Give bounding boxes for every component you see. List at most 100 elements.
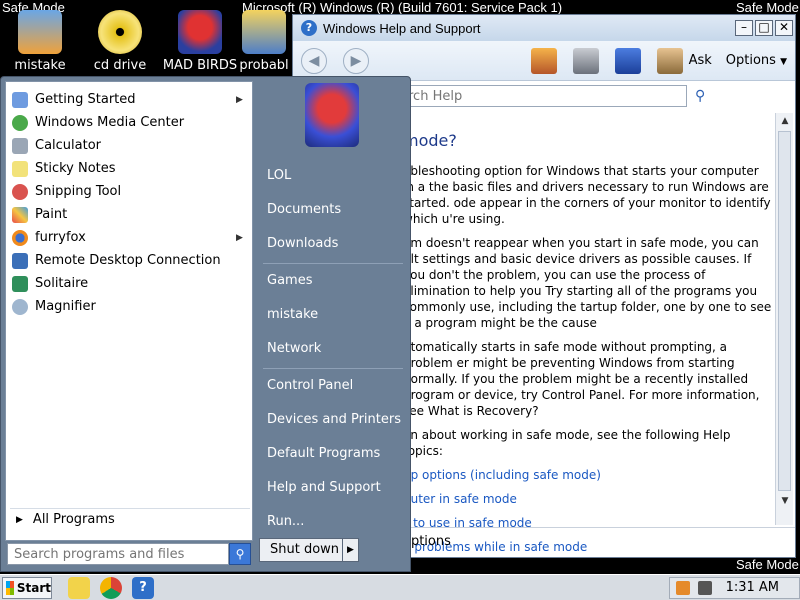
windows-logo-icon — [6, 580, 14, 595]
magnifier-icon — [12, 298, 28, 315]
ask-label[interactable]: Ask — [689, 53, 712, 68]
separator — [263, 263, 403, 264]
options-menu[interactable]: Options ▼ — [726, 53, 787, 68]
game-icon — [178, 10, 222, 54]
places-item[interactable]: Default Programs — [255, 439, 407, 469]
computer-icon — [18, 10, 62, 54]
start-item-label: furryfox — [35, 230, 86, 245]
maximize-button[interactable]: □ — [755, 20, 773, 36]
help-toolbar: ◀ ▶ Ask Options ▼ — [293, 41, 795, 81]
start-item-label: Solitaire — [35, 276, 89, 291]
places-item[interactable]: Documents — [255, 195, 407, 225]
calculator-icon — [12, 137, 28, 154]
help-taskbar-icon[interactable]: ? — [132, 576, 154, 599]
flag-tray-icon[interactable] — [675, 580, 690, 595]
print-icon[interactable] — [572, 47, 599, 74]
article-heading: mode? — [403, 131, 457, 150]
shutdown-button[interactable]: Shut down — [259, 538, 343, 562]
options-label: Options — [725, 53, 776, 68]
start-search: ⚲ — [7, 543, 251, 567]
submenu-arrow-icon: ▶ — [236, 232, 243, 243]
shutdown-group: Shut down ▶ — [259, 538, 359, 562]
help-topic-link[interactable]: up options (including safe mode) — [403, 467, 773, 483]
browse-help-icon[interactable] — [614, 47, 641, 74]
show-desktop-icon[interactable] — [68, 576, 90, 599]
places-item[interactable]: LOL — [255, 161, 407, 191]
start-item-magnifier[interactable]: Magnifier — [6, 295, 252, 318]
start-item-label: Calculator — [35, 138, 102, 153]
start-item-paint[interactable]: Paint — [6, 203, 252, 226]
desktop-icon-probabl[interactable]: probabl — [236, 4, 292, 73]
start-item-label: Snipping Tool — [35, 184, 122, 199]
desktop-icon-label: cd drive — [93, 58, 147, 73]
help-scrollbar[interactable]: ▲ ▼ — [775, 113, 793, 525]
places-item[interactable]: Help and Support — [255, 473, 407, 503]
start-item-furryfox[interactable]: furryfox ▶ — [6, 226, 252, 249]
help-titlebar[interactable]: ? Windows Help and Support – □ ✕ — [293, 15, 795, 41]
start-item-windows-media-center[interactable]: Windows Media Center — [6, 111, 252, 134]
forward-arrow-icon[interactable]: ▶ — [343, 47, 369, 74]
start-item-label: Remote Desktop Connection — [35, 253, 221, 268]
search-icon[interactable]: ⚲ — [229, 543, 251, 565]
chrome-icon[interactable] — [100, 576, 122, 599]
desktop-icon-label: MAD BIRDS — [162, 58, 238, 73]
scroll-down-icon[interactable]: ▼ — [776, 493, 794, 509]
start-item-sticky-notes[interactable]: Sticky Notes — [6, 157, 252, 180]
search-icon[interactable]: ⚲ — [695, 88, 705, 104]
desktop-icon-mistake[interactable]: mistake — [0, 4, 80, 73]
desktop-icon-cd-drive[interactable]: cd drive — [80, 4, 160, 73]
paint-icon — [12, 206, 28, 223]
article-paragraph: on about working in safe mode, see the f… — [403, 428, 731, 458]
document-icon — [242, 10, 286, 54]
back-arrow-icon[interactable]: ◀ — [301, 47, 327, 74]
start-item-label: Getting Started — [35, 92, 136, 107]
start-item-snipping-tool[interactable]: Snipping Tool — [6, 180, 252, 203]
shutdown-options-arrow-icon[interactable]: ▶ — [343, 538, 359, 562]
close-button[interactable]: ✕ — [775, 20, 793, 36]
places-item[interactable]: Control Panel — [255, 371, 407, 401]
taskbar: Start ? 1:31 AM — [0, 574, 800, 600]
desktop-icon-label: mistake — [14, 58, 66, 73]
getting-started-icon — [12, 91, 28, 108]
start-button[interactable]: Start — [2, 576, 52, 599]
scroll-up-icon[interactable]: ▲ — [776, 113, 794, 129]
scroll-thumb[interactable] — [778, 131, 791, 491]
start-search-input[interactable] — [7, 543, 229, 565]
places-item[interactable]: Downloads — [255, 229, 407, 259]
start-item-label: Sticky Notes — [35, 161, 116, 176]
all-programs-label: All Programs — [32, 512, 115, 527]
firefox-icon — [12, 229, 28, 246]
sticky-notes-icon — [12, 160, 28, 177]
places-item[interactable]: Run... — [255, 507, 407, 537]
system-tray: 1:31 AM — [668, 576, 800, 599]
start-item-getting-started[interactable]: Getting Started ▶ — [6, 88, 252, 111]
help-search-input[interactable] — [403, 85, 687, 107]
help-article: mode? ableshooting option for Windows th… — [403, 133, 773, 563]
all-programs-button[interactable]: ▶ All Programs — [10, 508, 250, 530]
places-item[interactable]: Network — [255, 334, 407, 364]
help-window-title: Windows Help and Support — [323, 20, 481, 36]
speaker-icon[interactable] — [697, 580, 712, 595]
start-item-solitaire[interactable]: Solitaire — [6, 272, 252, 295]
cd-icon — [98, 10, 142, 54]
avatar[interactable] — [305, 83, 359, 147]
start-item-label: Windows Media Center — [35, 115, 185, 130]
start-item-remote-desktop[interactable]: Remote Desktop Connection — [6, 249, 252, 272]
start-item-label: Paint — [35, 207, 68, 222]
article-paragraph: utomatically starts in safe mode without… — [403, 340, 760, 418]
start-item-calculator[interactable]: Calculator — [6, 134, 252, 157]
article-paragraph: em doesn't reappear when you start in sa… — [403, 236, 772, 330]
start-menu-places: LOL Documents Downloads Games mistake Ne… — [255, 81, 407, 541]
places-item[interactable]: mistake — [255, 300, 407, 330]
separator — [263, 368, 403, 369]
places-item[interactable]: Games — [255, 266, 407, 296]
submenu-arrow-icon: ▶ — [236, 94, 243, 105]
help-topic-link[interactable]: puter in safe mode — [403, 491, 773, 507]
ask-icon[interactable] — [656, 47, 683, 74]
places-item[interactable]: Devices and Printers — [255, 405, 407, 435]
safe-mode-label-top-right: Safe Mode — [736, 0, 799, 15]
minimize-button[interactable]: – — [735, 20, 753, 36]
desktop-icon-mad-birds[interactable]: MAD BIRDS — [160, 4, 240, 73]
clock[interactable]: 1:31 AM — [720, 580, 793, 595]
home-icon[interactable] — [530, 47, 557, 74]
